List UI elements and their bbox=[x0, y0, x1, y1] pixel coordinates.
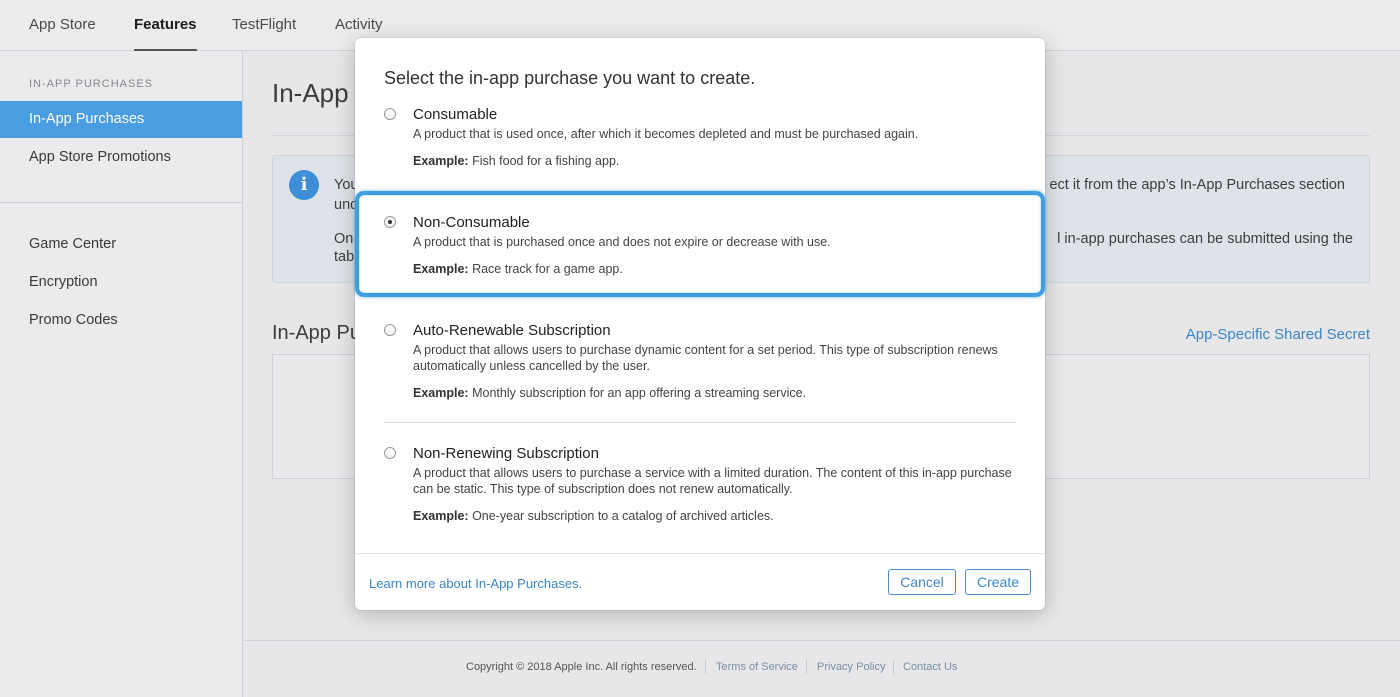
sidebar-item-in-app-purchases[interactable]: In-App Purchases bbox=[0, 101, 242, 138]
dialog-divider bbox=[384, 422, 1016, 423]
learn-more-link[interactable]: Learn more about In-App Purchases. bbox=[369, 576, 582, 591]
tab-activity[interactable]: Activity bbox=[335, 16, 383, 33]
tab-testflight[interactable]: TestFlight bbox=[232, 16, 296, 33]
sidebar-section-title: IN-APP PURCHASES bbox=[29, 78, 153, 90]
example-label: Example: bbox=[413, 154, 469, 168]
option-name: Auto-Renewable Subscription bbox=[413, 322, 611, 339]
selection-highlight bbox=[355, 191, 1045, 297]
dialog-title: Select the in-app purchase you want to c… bbox=[384, 68, 756, 88]
tab-features[interactable]: Features bbox=[134, 16, 197, 51]
contact-link[interactable]: Contact Us bbox=[903, 661, 957, 673]
option-example: Example: Fish food for a fishing app. bbox=[413, 154, 619, 168]
example-text: One-year subscription to a catalog of ar… bbox=[472, 509, 774, 523]
info-icon: i bbox=[289, 170, 319, 200]
footer-copyright: Copyright © 2018 Apple Inc. All rights r… bbox=[466, 661, 697, 673]
footer-divider bbox=[243, 640, 1400, 641]
option-example: Example: Monthly subscription for an app… bbox=[413, 386, 806, 400]
info-text: ect it from the app’s In-App Purchases s… bbox=[1049, 177, 1345, 193]
option-non-renewing-subscription[interactable]: Non-Renewing Subscription A product that… bbox=[384, 445, 1016, 525]
sidebar-item-app-store-promotions[interactable]: App Store Promotions bbox=[0, 139, 242, 176]
create-iap-dialog: Select the in-app purchase you want to c… bbox=[355, 38, 1045, 610]
radio-button[interactable] bbox=[384, 108, 396, 120]
sidebar-item-encryption[interactable]: Encryption bbox=[0, 264, 242, 301]
radio-button[interactable] bbox=[384, 324, 396, 336]
info-text: tab bbox=[334, 249, 355, 265]
example-text: Fish food for a fishing app. bbox=[472, 154, 620, 168]
sidebar-item-promo-codes[interactable]: Promo Codes bbox=[0, 302, 242, 339]
dialog-footer: Learn more about In-App Purchases. Cance… bbox=[355, 553, 1045, 611]
page-title: In-App bbox=[272, 78, 349, 108]
sidebar-divider bbox=[0, 202, 242, 203]
tab-app-store[interactable]: App Store bbox=[29, 16, 96, 33]
example-label: Example: bbox=[413, 509, 469, 523]
option-name: Consumable bbox=[413, 106, 498, 123]
option-auto-renewable-subscription[interactable]: Auto-Renewable Subscription A product th… bbox=[384, 322, 1016, 402]
option-description: A product that allows users to purchase … bbox=[413, 466, 1012, 496]
sidebar-item-game-center[interactable]: Game Center bbox=[0, 226, 242, 263]
create-button[interactable]: Create bbox=[965, 569, 1031, 595]
terms-link[interactable]: Terms of Service bbox=[716, 661, 798, 673]
footer-separator bbox=[705, 660, 706, 674]
option-description: A product that allows users to purchase … bbox=[413, 343, 998, 373]
info-text: On bbox=[334, 231, 354, 247]
option-example: Example: One-year subscription to a cata… bbox=[413, 509, 774, 523]
example-text: Monthly subscription for an app offering… bbox=[472, 386, 807, 400]
info-text: l in-app purchases can be submitted usin… bbox=[1057, 231, 1353, 247]
section-title: In-App Pu bbox=[272, 322, 361, 344]
footer-separator bbox=[893, 660, 894, 674]
option-consumable[interactable]: Consumable A product that is used once, … bbox=[384, 106, 1016, 176]
shared-secret-link[interactable]: App-Specific Shared Secret bbox=[1186, 326, 1370, 343]
cancel-button[interactable]: Cancel bbox=[888, 569, 956, 595]
option-description: A product that is used once, after which… bbox=[413, 127, 919, 141]
option-name: Non-Renewing Subscription bbox=[413, 445, 599, 462]
privacy-link[interactable]: Privacy Policy bbox=[817, 661, 885, 673]
example-label: Example: bbox=[413, 386, 469, 400]
sidebar: IN-APP PURCHASES In-App Purchases App St… bbox=[0, 51, 243, 697]
radio-button[interactable] bbox=[384, 447, 396, 459]
footer-separator bbox=[806, 660, 807, 674]
